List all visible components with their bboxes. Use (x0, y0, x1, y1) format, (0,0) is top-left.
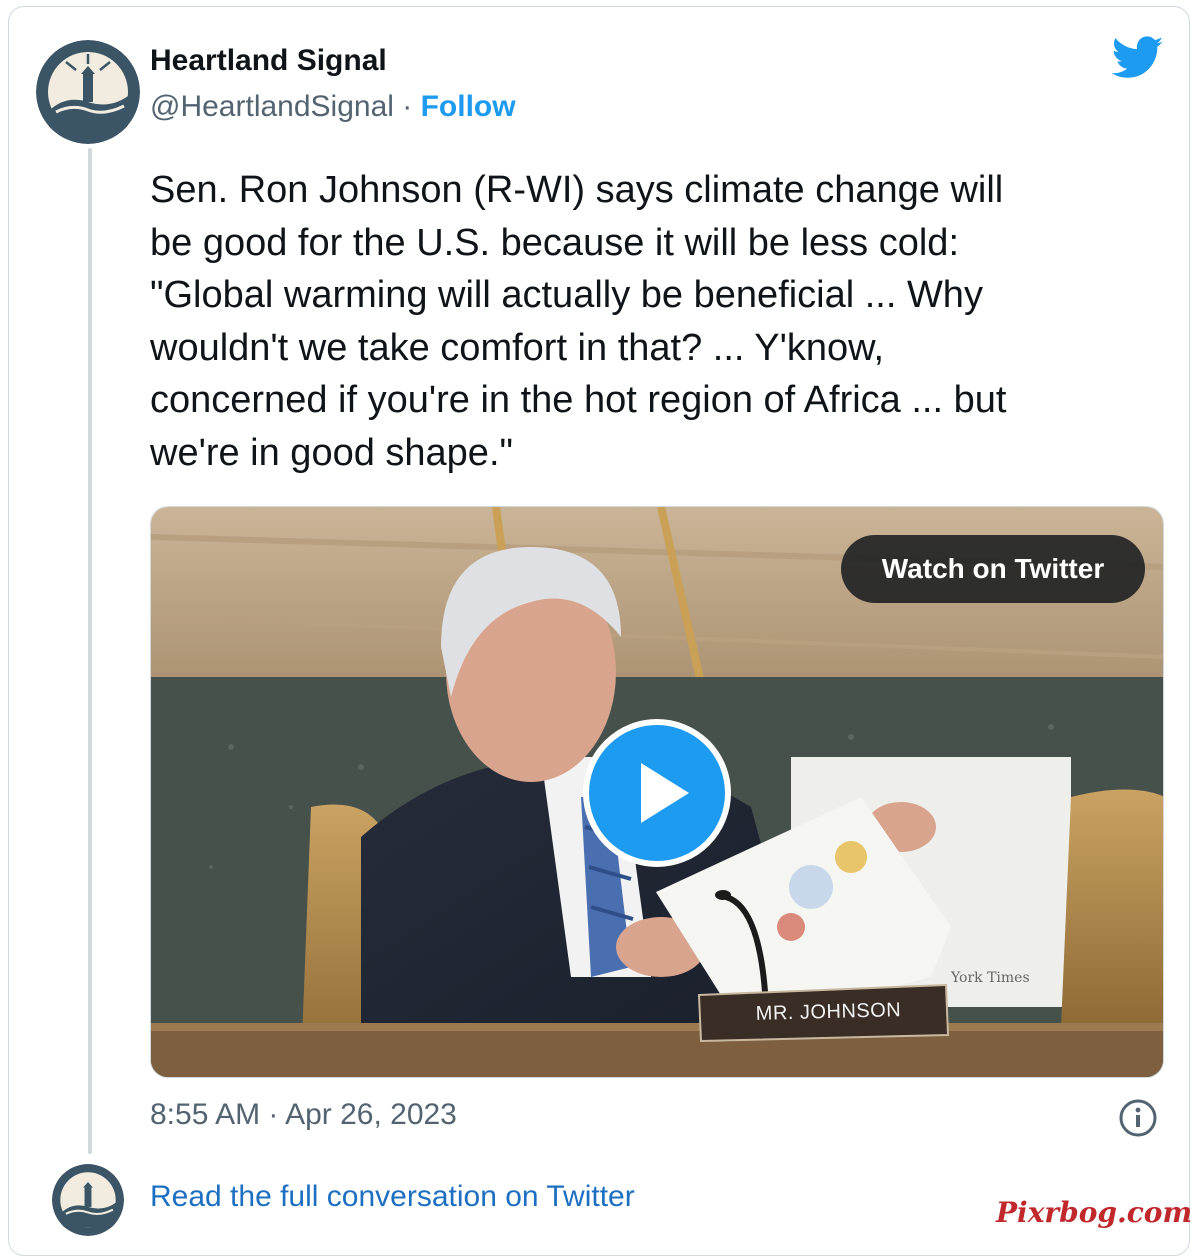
author-handle[interactable]: @HeartlandSignal (150, 90, 394, 123)
follow-button[interactable]: Follow (421, 90, 516, 123)
video-thumbnail[interactable]: York Times MR. JOHNSON Watch on Twitter (150, 506, 1164, 1078)
tweet-text-line: Sen. Ron Johnson (R-WI) says climate cha… (150, 169, 1004, 211)
play-icon (641, 763, 689, 823)
tweet-timestamp[interactable]: 8:55 AM · Apr 26, 2023 (150, 1098, 457, 1132)
read-full-conversation-link[interactable]: Read the full conversation on Twitter (150, 1180, 635, 1214)
twitter-bird-icon[interactable] (1112, 36, 1164, 80)
play-button[interactable] (583, 719, 731, 867)
author-display-name[interactable]: Heartland Signal (150, 44, 387, 78)
tweet-text-line: "Global warming will actually be benefic… (150, 274, 983, 316)
watch-on-twitter-button[interactable]: Watch on Twitter (841, 535, 1145, 603)
author-avatar[interactable] (36, 40, 140, 144)
tweet-text-line: we're in good shape." (150, 431, 513, 474)
svg-text:York Times: York Times (950, 970, 1030, 986)
tweet-text: Sen. Ron Johnson (R-WI) says climate cha… (150, 164, 1160, 479)
watermark: Pixrbog.com (996, 1196, 1193, 1229)
footer-avatar[interactable] (52, 1164, 124, 1236)
tweet-text-line: wouldn't we take comfort in that? ... Y'… (150, 326, 885, 369)
author-handle-row: @HeartlandSignal · Follow (150, 90, 516, 124)
handle-separator: · (402, 90, 421, 123)
info-icon[interactable] (1118, 1098, 1158, 1138)
thread-line (88, 148, 92, 1154)
tweet-text-line: concerned if you're in the hot region of… (150, 379, 1007, 421)
tweet-text-line: be good for the U.S. because it will be … (150, 221, 960, 264)
